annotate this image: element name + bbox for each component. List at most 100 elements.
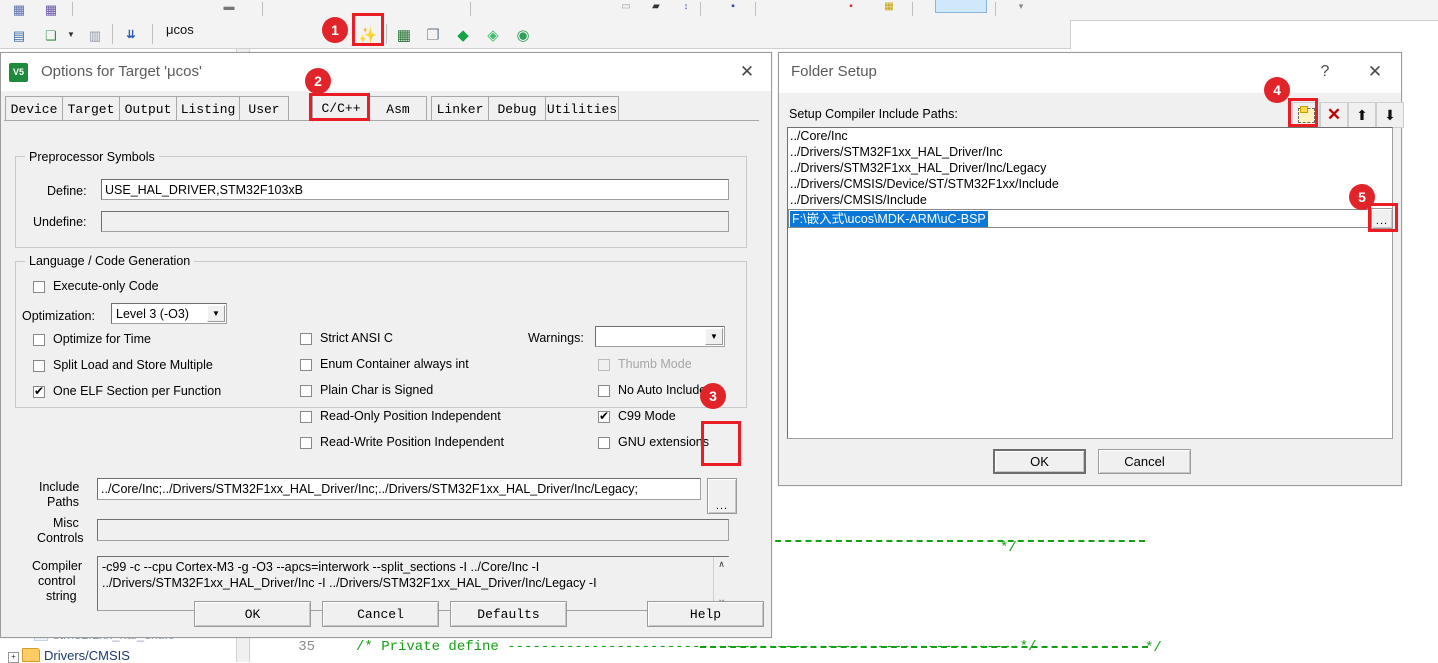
misc-controls-input[interactable] [97,519,729,541]
undefine-input[interactable] [101,211,729,232]
configure-flash-icon[interactable]: ◈ [482,24,504,46]
tab-listing[interactable]: Listing [176,96,240,121]
split-load-store-checkbox[interactable] [33,360,45,372]
tab-target[interactable]: Target [62,96,120,121]
tab-utilities[interactable]: Utilities [545,96,619,121]
build-target-icon[interactable]: ❏ [40,24,62,46]
highlight-box-new-folder [1288,98,1318,127]
folder-setup-ok-button[interactable]: OK [993,449,1086,474]
rebuild-all-icon[interactable]: ▥ [84,24,106,46]
code-line-number: 35 [298,639,315,655]
options-cancel-button[interactable]: Cancel [322,601,439,627]
toolbar-top-icon-5[interactable]: ▰ [645,0,667,18]
move-down-icon[interactable]: ⬇ [1376,102,1404,128]
toolbar-top-icon-4[interactable]: ▭ [615,0,637,18]
toolbar-top-icon-9[interactable]: ▦ [878,0,900,18]
ide-toolbar-row-main [0,20,1071,49]
manage-runtime-env-icon[interactable]: ▦ [393,24,415,46]
load-icon[interactable]: ⇊ [120,24,142,46]
strict-ansi-c-checkbox[interactable] [300,333,312,345]
list-item[interactable]: + Drivers/CMSIS [8,648,130,663]
include-path-edit-value: F:\嵌入式\ucos\MDK-ARM\uC-BSP [790,210,988,227]
code-comment-tail-1: */ [1000,540,1017,556]
close-icon[interactable]: ✕ [1357,59,1393,85]
toolbar-top-icon-3[interactable]: ▬ [218,0,240,18]
tab-linker[interactable]: Linker [431,96,489,121]
build-dropdown-icon[interactable]: ▼ [60,24,82,46]
include-paths-listbox[interactable]: ../Core/Inc ../Drivers/STM32F1xx_HAL_Dri… [787,127,1393,439]
list-item[interactable]: ../Drivers/CMSIS/Device/ST/STM32F1xx/Inc… [788,176,1392,192]
undefine-label: Undefine: [33,215,87,229]
define-label: Define: [47,184,87,198]
include-paths-label-line2: Paths [47,495,79,509]
close-icon[interactable]: ✕ [729,59,765,85]
tab-debug[interactable]: Debug [488,96,546,121]
c99-mode-checkbox[interactable] [598,409,610,423]
enum-container-checkbox[interactable] [300,359,312,371]
scroll-up-icon[interactable]: ∧ [714,557,729,572]
folder-setup-cancel-button[interactable]: Cancel [1098,449,1191,474]
thumb-mode-checkbox [598,359,610,371]
delete-icon[interactable]: ✕ [1320,102,1348,128]
toolbar-top-icon-10[interactable]: ▾ [1010,0,1032,17]
gnu-extensions-checkbox[interactable] [598,437,610,449]
one-elf-section-checkbox[interactable] [33,384,45,398]
folder-icon [22,648,40,662]
toolbar-top-icon-2[interactable]: ▦ [40,0,62,20]
highlight-box-magic-wand [352,13,384,46]
optimization-select[interactable]: Level 3 (-O3) ▼ [111,303,227,324]
active-project-label: μcos [166,22,194,37]
help-icon[interactable]: ? [1311,59,1339,85]
list-item[interactable]: ../Drivers/CMSIS/Include [788,192,1392,208]
options-for-target-dialog: V5 Options for Target 'μcos' ✕ Device Ta… [0,52,772,638]
include-paths-input[interactable]: ../Core/Inc;../Drivers/STM32F1xx_HAL_Dri… [97,478,701,500]
tree-expander-icon[interactable]: + [8,652,19,663]
list-item[interactable]: ../Core/Inc [788,128,1392,144]
toolbar-search-box[interactable] [935,0,987,13]
list-item[interactable]: ../Drivers/STM32F1xx_HAL_Driver/Inc/Lega… [788,160,1392,176]
optimization-value: Level 3 (-O3) [116,306,189,321]
move-up-icon[interactable]: ⬆ [1348,102,1376,128]
options-defaults-button[interactable]: Defaults [450,601,567,627]
toolbar-top-icon-8[interactable]: ▪ [840,0,862,18]
tab-device[interactable]: Device [5,96,63,121]
one-elf-section-label: One ELF Section per Function [53,384,222,398]
include-paths-browse-button[interactable]: ... [707,478,737,514]
pack-installer-icon[interactable]: ◉ [512,24,534,46]
define-input[interactable]: USE_HAL_DRIVER,STM32F103xB [101,179,729,200]
include-path-edit-field[interactable]: F:\嵌入式\ucos\MDK-ARM\uC-BSP [788,209,1392,228]
manage-project-items-icon[interactable]: ◆ [452,24,474,46]
optimize-for-time-label: Optimize for Time [53,332,151,346]
plain-char-signed-checkbox[interactable] [300,385,312,397]
warnings-select[interactable]: ▼ [595,326,725,347]
read-only-position-independent-checkbox[interactable] [300,411,312,423]
toolbar-top-icon-6[interactable]: ↕ [675,0,697,17]
folder-setup-title: Folder Setup [791,63,877,80]
list-item[interactable]: ../Drivers/STM32F1xx_HAL_Driver/Inc [788,144,1392,160]
chevron-down-icon[interactable]: ▼ [705,328,723,345]
execute-only-code-label: Execute-only Code [53,279,159,293]
code-comment-tail-2: */ [1145,640,1162,656]
preprocessor-symbols-label: Preprocessor Symbols [25,150,159,164]
translate-file-icon[interactable]: ▤ [8,24,30,46]
toolbar-top-icon-7[interactable]: ▪ [722,0,744,18]
chevron-down-icon[interactable]: ▼ [207,305,225,322]
plain-char-signed-label: Plain Char is Signed [320,383,434,397]
c99-mode-label: C99 Mode [618,409,676,423]
highlight-box-path-browse [1368,203,1398,232]
split-load-store-label: Split Load and Store Multiple [53,358,213,372]
read-write-position-independent-checkbox[interactable] [300,437,312,449]
tab-asm[interactable]: Asm [369,96,427,121]
include-paths-label-line1: Include [39,480,80,494]
options-help-button[interactable]: Help [647,601,764,627]
no-auto-includes-checkbox[interactable] [598,385,610,397]
options-ok-button[interactable]: OK [194,601,311,627]
misc-controls-label-line2: Controls [37,531,84,545]
tab-output[interactable]: Output [119,96,177,121]
keil-app-icon: V5 [9,63,28,82]
execute-only-code-checkbox[interactable] [33,281,45,293]
tab-user[interactable]: User [239,96,289,121]
toolbar-top-icon-1[interactable]: ▦ [8,0,30,20]
batch-build-icon[interactable]: ❐ [422,24,444,46]
optimize-for-time-checkbox[interactable] [33,334,45,346]
